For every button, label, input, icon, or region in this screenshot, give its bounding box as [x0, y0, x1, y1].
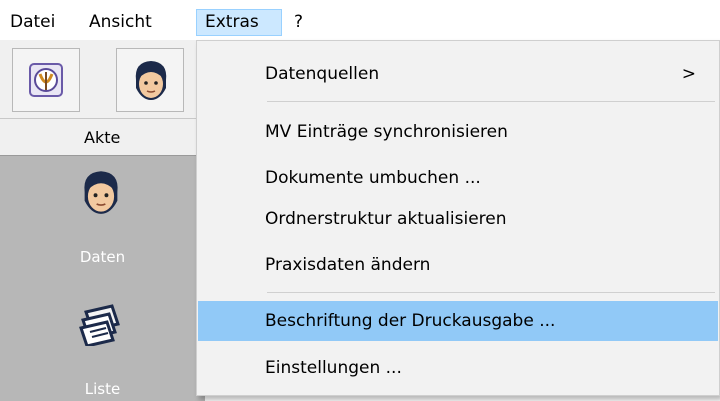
chevron-right-icon: >: [681, 64, 696, 84]
menu-bar: Datei Ansicht Extras ?: [0, 0, 720, 40]
person-face-icon: [84, 171, 118, 214]
menu-extras[interactable]: Extras: [196, 9, 282, 36]
document-stack-icon: [79, 304, 120, 346]
menu-separator: [267, 292, 715, 293]
panel-header-label: Akte: [84, 128, 121, 147]
left-nav-panel: Akte Daten Liste: [0, 118, 205, 401]
shield-caduceus-icon: [29, 63, 63, 97]
nav-item-liste[interactable]: Liste: [0, 290, 205, 400]
menu-item-label: MV Einträge synchronisieren: [265, 122, 508, 142]
nav-item-daten[interactable]: Daten: [0, 156, 205, 266]
person-face-icon: [135, 61, 167, 100]
menu-item-praxisdaten[interactable]: Praxisdaten ändern: [198, 245, 718, 285]
menu-item-beschriftung[interactable]: Beschriftung der Druckausgabe ...: [198, 301, 718, 341]
menu-item-dokumente-umbuchen[interactable]: Dokumente umbuchen ...: [198, 158, 718, 198]
toolbar-button-patient[interactable]: [116, 48, 184, 112]
menu-item-datenquellen[interactable]: Datenquellen >: [198, 54, 718, 94]
toolbar: [0, 40, 200, 118]
menu-help[interactable]: ?: [286, 9, 311, 36]
extras-dropdown-menu: Datenquellen > MV Einträge synchronisier…: [196, 40, 720, 396]
menu-datei[interactable]: Datei: [2, 9, 63, 36]
menu-item-ordnerstruktur[interactable]: Ordnerstruktur aktualisieren: [198, 199, 718, 239]
menu-ansicht[interactable]: Ansicht: [81, 9, 160, 36]
menu-item-mv-sync[interactable]: MV Einträge synchronisieren: [198, 112, 718, 152]
menu-item-label: Einstellungen ...: [265, 358, 402, 378]
menu-item-label: Praxisdaten ändern: [265, 255, 431, 275]
menu-item-label: Ordnerstruktur aktualisieren: [265, 209, 507, 229]
menu-item-label: Beschriftung der Druckausgabe ...: [265, 311, 556, 331]
toolbar-button-practice[interactable]: [12, 48, 80, 112]
nav-item-label: Daten: [79, 248, 126, 266]
menu-separator: [267, 101, 715, 102]
menu-item-label: Datenquellen: [265, 64, 380, 84]
menu-item-einstellungen[interactable]: Einstellungen ...: [198, 348, 718, 388]
nav-item-label: Liste: [84, 380, 121, 398]
panel-header[interactable]: Akte: [0, 118, 205, 156]
menu-item-label: Dokumente umbuchen ...: [265, 168, 481, 188]
